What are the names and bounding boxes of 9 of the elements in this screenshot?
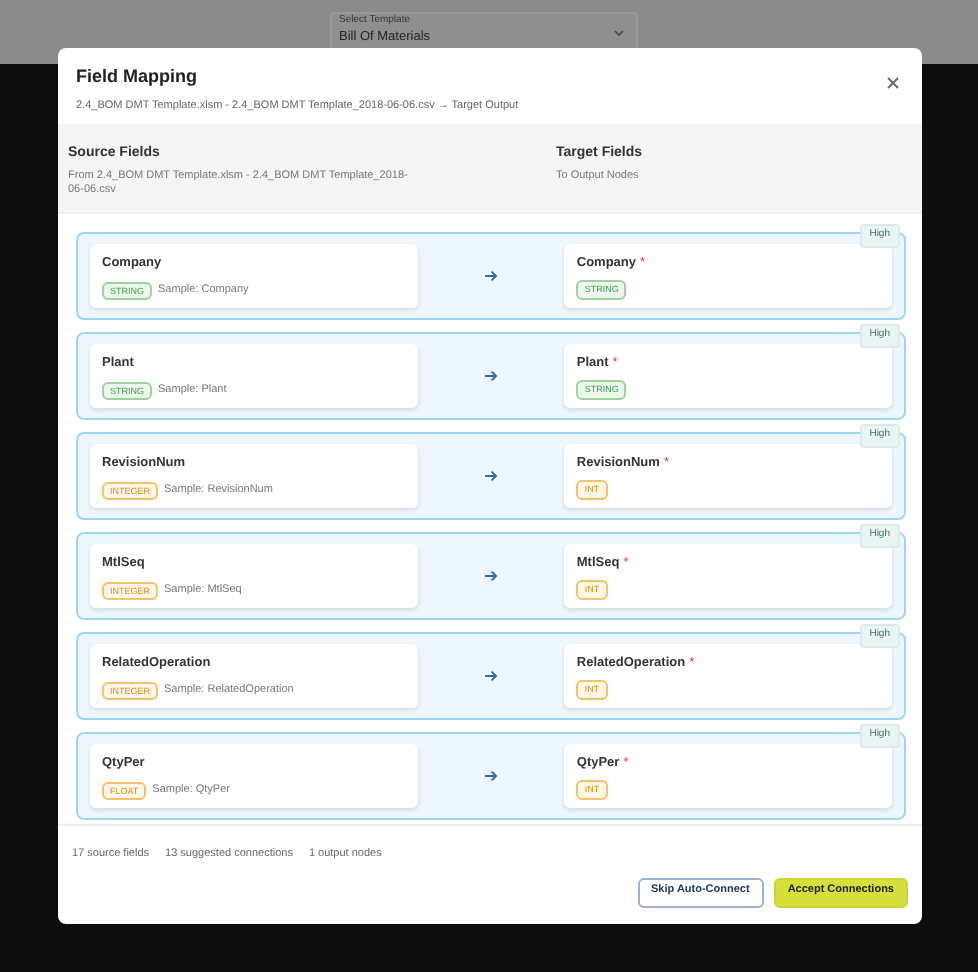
arrow-right-icon (483, 570, 498, 582)
arrow-right-icon (483, 470, 498, 482)
arrow-right-icon (483, 770, 498, 782)
dialog-title: Field Mapping (76, 64, 197, 90)
arrow-right-icon (483, 670, 498, 682)
arrow-right-icon (483, 370, 498, 382)
close-button[interactable] (884, 74, 902, 92)
caret-icon (613, 30, 623, 36)
arrow-right-icon (483, 270, 498, 282)
